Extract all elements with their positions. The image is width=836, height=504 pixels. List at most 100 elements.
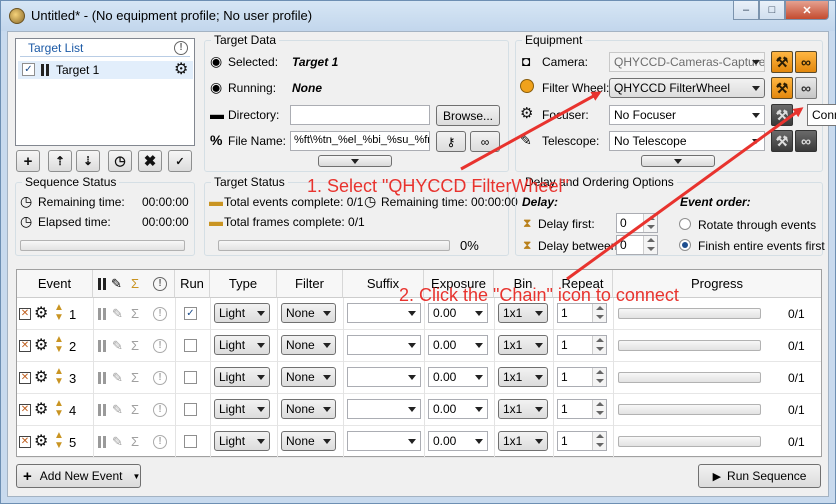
reorder-arrows-icon[interactable]: ▲ ▼: [53, 431, 65, 453]
delay-first-input[interactable]: 0: [616, 213, 658, 233]
filter-select[interactable]: None: [281, 399, 336, 419]
reorder-arrows-icon[interactable]: ▲ ▼: [53, 335, 65, 357]
run-checkbox[interactable]: [184, 403, 197, 416]
suffix-select[interactable]: [347, 399, 421, 419]
row-select-icon[interactable]: ✕: [19, 404, 31, 416]
run-sequence-button[interactable]: ▶ Run Sequence: [698, 464, 821, 488]
expand-target-data-button[interactable]: [318, 155, 392, 167]
finish-events-radio[interactable]: [679, 239, 691, 251]
repeat-input[interactable]: 1: [557, 367, 607, 387]
reorder-arrows-icon[interactable]: ▲ ▼: [53, 303, 65, 325]
row-select-icon[interactable]: ✕: [19, 372, 31, 384]
table-row[interactable]: ✕ ⚙ ▲ ▼ 2 ✎ Σ! Light None 0.00 1x1 1 0/1: [17, 330, 821, 362]
gear-icon[interactable]: ⚙: [174, 62, 188, 78]
pause-icon[interactable]: [97, 436, 107, 448]
pause-icon[interactable]: [97, 308, 107, 320]
bin-select[interactable]: 1x1: [498, 303, 548, 323]
gear-icon[interactable]: ⚙: [34, 306, 48, 322]
run-checkbox[interactable]: [184, 435, 197, 448]
brush-icon[interactable]: ✎: [112, 370, 123, 386]
sigma-icon[interactable]: Σ: [131, 306, 139, 321]
filter-wheel-connect-chain-icon[interactable]: ∞: [795, 77, 817, 99]
reorder-arrows-icon[interactable]: ▲ ▼: [53, 399, 65, 421]
reorder-arrows-icon[interactable]: ▲ ▼: [53, 367, 65, 389]
pause-icon[interactable]: [97, 340, 107, 352]
camera-select[interactable]: QHYCCD-Cameras-Capture: [609, 52, 765, 72]
suffix-select[interactable]: [347, 303, 421, 323]
repeat-input[interactable]: 1: [557, 303, 607, 323]
pause-icon[interactable]: [97, 372, 107, 384]
clock-button[interactable]: ◷: [108, 150, 132, 172]
telescope-select[interactable]: No Telescope: [609, 131, 765, 151]
spinner-arrows[interactable]: [592, 400, 606, 418]
target-list[interactable]: Target List ! ✓ Target 1 ⚙: [15, 38, 195, 146]
sigma-icon[interactable]: Σ: [131, 402, 139, 417]
filter-wheel-settings-wrench-icon[interactable]: ⚒: [771, 77, 793, 99]
exposure-select[interactable]: 0.00: [428, 367, 488, 387]
table-row[interactable]: ✕ ⚙ ▲ ▼ 4 ✎ Σ! Light None 0.00 1x1 1 0/1: [17, 394, 821, 426]
brush-icon[interactable]: ✎: [112, 434, 123, 450]
maximize-button[interactable]: □: [759, 1, 785, 20]
move-up-button[interactable]: ⇡: [48, 150, 72, 172]
filter-wheel-select[interactable]: QHYCCD FilterWheel: [609, 78, 765, 98]
filter-select[interactable]: None: [281, 367, 336, 387]
pause-icon[interactable]: [40, 64, 50, 76]
filename-field[interactable]: %ft\%tn_%el_%bi_%su_%fn: [290, 131, 430, 151]
sigma-icon[interactable]: Σ: [131, 338, 139, 353]
table-row[interactable]: ✕ ⚙ ▲ ▼ 5 ✎ Σ! Light None 0.00 1x1 1 0/1: [17, 426, 821, 458]
suffix-select[interactable]: [347, 335, 421, 355]
type-select[interactable]: Light: [214, 399, 270, 419]
target-list-item[interactable]: ✓ Target 1 ⚙: [18, 61, 193, 79]
suffix-select[interactable]: [347, 431, 421, 451]
directory-field[interactable]: [290, 105, 430, 125]
bin-select[interactable]: 1x1: [498, 431, 548, 451]
row-select-icon[interactable]: ✕: [19, 308, 31, 320]
sigma-icon[interactable]: Σ: [131, 370, 139, 385]
run-checkbox[interactable]: [184, 371, 197, 384]
gear-icon[interactable]: ⚙: [34, 402, 48, 418]
exposure-select[interactable]: 0.00: [428, 431, 488, 451]
telescope-connect-chain-icon[interactable]: ∞: [795, 130, 817, 152]
sigma-icon[interactable]: Σ: [131, 434, 139, 449]
run-checkbox[interactable]: [184, 339, 197, 352]
minimize-button[interactable]: –: [733, 1, 759, 20]
glasses-icon[interactable]: ∞: [470, 131, 500, 152]
delay-between-input[interactable]: 0: [616, 235, 658, 255]
type-select[interactable]: Light: [214, 335, 270, 355]
row-select-icon[interactable]: ✕: [19, 340, 31, 352]
telescope-settings-wrench-icon[interactable]: ⚒: [771, 130, 793, 152]
gear-icon[interactable]: ⚙: [34, 338, 48, 354]
add-event-button[interactable]: + Add New Event ▼: [16, 464, 141, 488]
focuser-settings-wrench-icon[interactable]: ⚒: [771, 104, 793, 126]
spinner-arrows[interactable]: [592, 336, 606, 354]
run-checkbox[interactable]: ✓: [184, 307, 197, 320]
exposure-select[interactable]: 0.00: [428, 399, 488, 419]
type-select[interactable]: Light: [214, 367, 270, 387]
filter-select[interactable]: None: [281, 431, 336, 451]
suffix-select[interactable]: [347, 367, 421, 387]
brush-icon[interactable]: ✎: [112, 338, 123, 354]
gear-icon[interactable]: ⚙: [34, 434, 48, 450]
bin-select[interactable]: 1x1: [498, 335, 548, 355]
gear-icon[interactable]: ⚙: [34, 370, 48, 386]
brush-icon[interactable]: ✎: [112, 402, 123, 418]
spinner-arrows[interactable]: [643, 214, 657, 232]
spinner-arrows[interactable]: [643, 236, 657, 254]
expand-equipment-button[interactable]: [641, 155, 715, 167]
table-row[interactable]: ✕ ⚙ ▲ ▼ 3 ✎ Σ! Light None 0.00 1x1 1 0/1: [17, 362, 821, 394]
pause-icon[interactable]: [97, 404, 107, 416]
brush-icon[interactable]: ✎: [112, 306, 123, 322]
row-select-icon[interactable]: ✕: [19, 436, 31, 448]
bin-select[interactable]: 1x1: [498, 367, 548, 387]
camera-settings-wrench-icon[interactable]: ⚒: [771, 51, 793, 73]
repeat-input[interactable]: 1: [557, 431, 607, 451]
browse-button[interactable]: Browse...: [436, 105, 500, 126]
key-icon[interactable]: ⚷: [436, 131, 466, 152]
type-select[interactable]: Light: [214, 303, 270, 323]
filter-select[interactable]: None: [281, 335, 336, 355]
filter-select[interactable]: None: [281, 303, 336, 323]
spinner-arrows[interactable]: [592, 304, 606, 322]
repeat-input[interactable]: 1: [557, 399, 607, 419]
move-down-button[interactable]: ⇣: [76, 150, 100, 172]
bin-select[interactable]: 1x1: [498, 399, 548, 419]
